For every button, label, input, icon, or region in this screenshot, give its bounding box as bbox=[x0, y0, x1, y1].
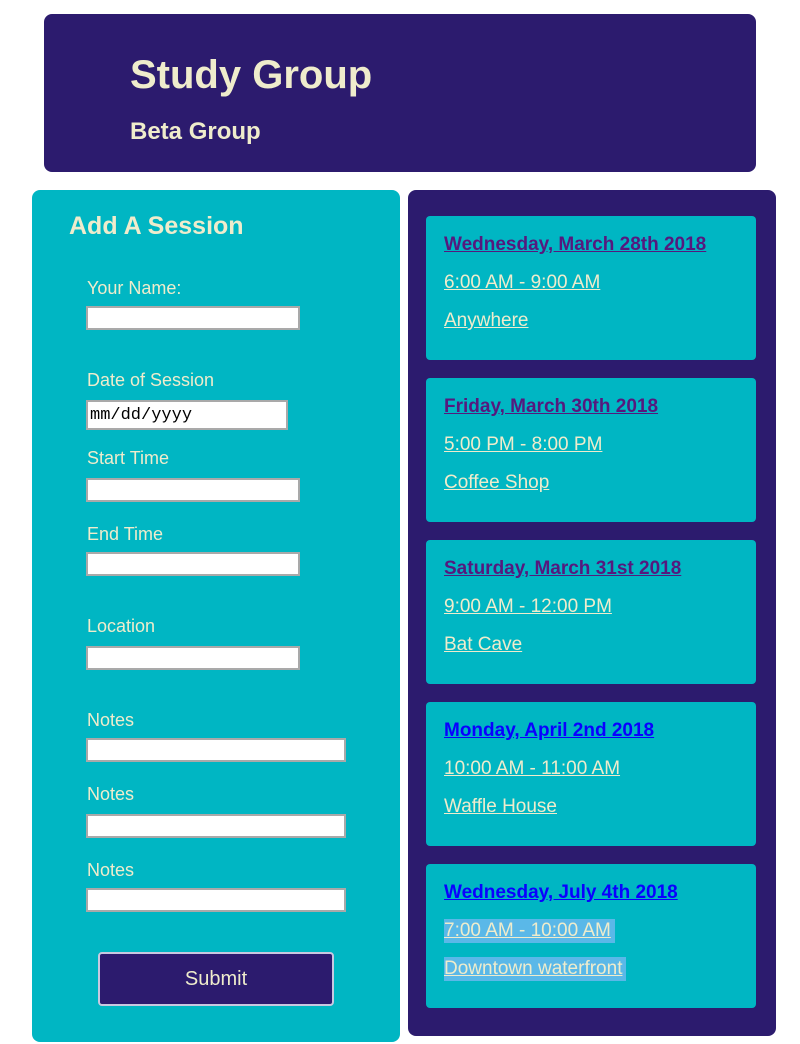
notes-label: Notes bbox=[87, 784, 135, 804]
location-label: Location bbox=[87, 616, 156, 636]
name-input[interactable] bbox=[86, 306, 300, 330]
notes-label: Notes bbox=[87, 860, 135, 880]
page-title: Study Group bbox=[130, 53, 373, 97]
session-location-link[interactable]: Bat Cave bbox=[444, 633, 522, 657]
session-location-link[interactable]: Coffee Shop bbox=[444, 471, 549, 495]
submit-button[interactable]: Submit bbox=[98, 952, 334, 1006]
group-name: Beta Group bbox=[130, 118, 261, 145]
date-label: Date of Session bbox=[87, 370, 215, 390]
session-time-link[interactable]: 6:00 AM - 9:00 AM bbox=[444, 271, 600, 295]
session-time-link[interactable]: 5:00 PM - 8:00 PM bbox=[444, 433, 602, 457]
session-location-link[interactable]: Waffle House bbox=[444, 795, 557, 819]
session-time-link[interactable]: 9:00 AM - 12:00 PM bbox=[444, 595, 612, 619]
session-date-link[interactable]: Monday, April 2nd 2018 bbox=[444, 719, 654, 743]
page: Study Group Beta Group Add A Session You… bbox=[0, 0, 800, 1044]
session-date-link[interactable]: Wednesday, July 4th 2018 bbox=[444, 881, 678, 905]
start-time-input[interactable] bbox=[86, 478, 300, 502]
session-card: Wednesday, July 4th 2018 7:00 AM - 10:00… bbox=[426, 864, 756, 1008]
notes-input[interactable] bbox=[86, 888, 346, 912]
page-header: Study Group Beta Group bbox=[44, 14, 756, 172]
session-card: Wednesday, March 28th 2018 6:00 AM - 9:0… bbox=[426, 216, 756, 360]
location-input[interactable] bbox=[86, 646, 300, 670]
session-card: Friday, March 30th 2018 5:00 PM - 8:00 P… bbox=[426, 378, 756, 522]
notes-input[interactable] bbox=[86, 814, 346, 838]
date-input[interactable] bbox=[86, 400, 288, 430]
end-time-label: End Time bbox=[87, 524, 164, 544]
end-time-input[interactable] bbox=[86, 552, 300, 576]
session-location-link[interactable]: Anywhere bbox=[444, 309, 529, 333]
session-date-link[interactable]: Friday, March 30th 2018 bbox=[444, 395, 658, 419]
form-heading: Add A Session bbox=[69, 212, 244, 240]
notes-label: Notes bbox=[87, 710, 135, 730]
session-date-link[interactable]: Wednesday, March 28th 2018 bbox=[444, 233, 706, 257]
notes-input[interactable] bbox=[86, 738, 346, 762]
add-session-form: Add A Session Your Name: Date of Session… bbox=[32, 190, 400, 1042]
sessions-list: Wednesday, March 28th 2018 6:00 AM - 9:0… bbox=[408, 190, 776, 1036]
session-location-link[interactable]: Downtown waterfront bbox=[444, 957, 627, 981]
session-card: Saturday, March 31st 2018 9:00 AM - 12:0… bbox=[426, 540, 756, 684]
session-time-link[interactable]: 7:00 AM - 10:00 AM bbox=[444, 919, 615, 943]
session-time-link[interactable]: 10:00 AM - 11:00 AM bbox=[444, 757, 620, 781]
name-label: Your Name: bbox=[87, 278, 182, 298]
session-date-link[interactable]: Saturday, March 31st 2018 bbox=[444, 557, 681, 581]
session-card: Monday, April 2nd 2018 10:00 AM - 11:00 … bbox=[426, 702, 756, 846]
start-time-label: Start Time bbox=[87, 448, 170, 468]
